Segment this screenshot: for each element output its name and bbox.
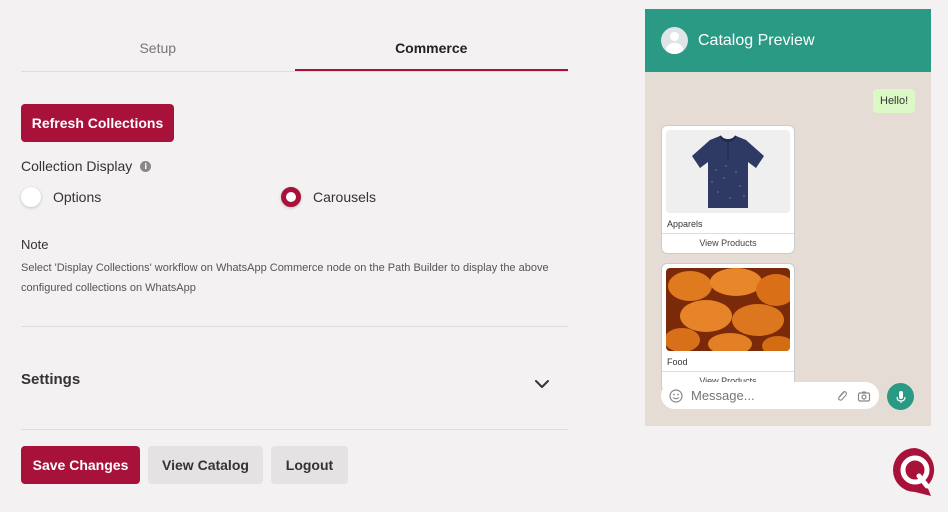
paperclip-icon[interactable] [835, 389, 849, 403]
refresh-collections-button[interactable]: Refresh Collections [21, 104, 174, 142]
collection-display-label: Collection Display i [21, 158, 152, 174]
message-input[interactable] [691, 388, 811, 403]
catalog-preview-panel: Catalog Preview Hello! Apparels View Pro… [645, 9, 931, 426]
collection-card-food: Food View Products [661, 263, 795, 392]
hello-message-bubble: Hello! [873, 89, 916, 113]
mic-button[interactable] [887, 383, 914, 410]
view-catalog-button[interactable]: View Catalog [148, 446, 263, 484]
note-text: Select 'Display Collections' workflow on… [21, 262, 549, 294]
note-title: Note [21, 237, 49, 252]
chevron-down-icon[interactable] [534, 376, 550, 392]
avatar-icon [661, 27, 688, 54]
tab-setup[interactable]: Setup [21, 30, 295, 71]
radio-carousels-button[interactable] [281, 187, 301, 207]
collection-card-apparels: Apparels View Products [661, 125, 795, 254]
logout-button[interactable]: Logout [271, 446, 348, 484]
apparels-image [666, 130, 790, 213]
emoji-icon[interactable] [669, 388, 683, 403]
divider [21, 326, 568, 327]
view-products-button[interactable]: View Products [662, 233, 794, 253]
tab-commerce[interactable]: Commerce [294, 30, 568, 71]
food-icon [666, 268, 790, 351]
collection-display-text: Collection Display [21, 158, 133, 174]
shirt-icon [666, 130, 790, 213]
radio-options-button[interactable] [21, 187, 41, 207]
card-title: Food [667, 357, 688, 367]
camera-icon[interactable] [857, 389, 871, 403]
radio-options-label: Options [53, 189, 102, 205]
radio-carousels[interactable]: Carousels [281, 187, 376, 207]
info-icon[interactable]: i [140, 160, 152, 172]
preview-title: Catalog Preview [698, 31, 815, 49]
mic-icon [895, 390, 906, 403]
divider [21, 429, 568, 430]
brand-logo-icon[interactable] [891, 446, 939, 498]
radio-carousels-label: Carousels [313, 189, 377, 205]
preview-header: Catalog Preview [645, 9, 931, 72]
message-bar [661, 382, 879, 409]
card-title: Apparels [667, 219, 703, 229]
settings-heading: Settings [21, 371, 81, 388]
food-image [666, 268, 790, 351]
tab-bar: Setup Commerce [21, 30, 568, 72]
radio-options[interactable]: Options [21, 187, 101, 207]
save-changes-button[interactable]: Save Changes [21, 446, 140, 484]
